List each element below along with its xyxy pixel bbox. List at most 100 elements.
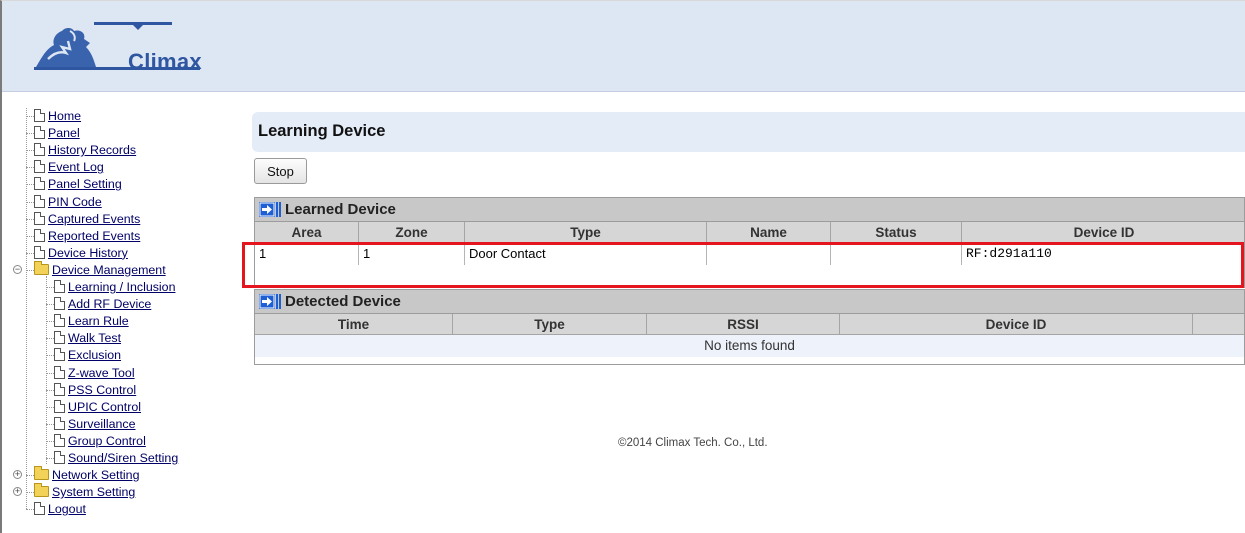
collapse-toggle-icon[interactable]: −: [13, 264, 22, 274]
document-icon: [54, 348, 65, 362]
tree-connector: [26, 150, 34, 152]
sidebar-item-pin-code[interactable]: PIN Code: [34, 194, 102, 211]
sidebar-tree: Home Panel History Records Event Log Panel S…: [6, 108, 236, 533]
learned-columns-row: Area Zone Type Name Status Device ID: [255, 222, 1244, 243]
sidebar-item-network-setting[interactable]: Network Setting: [34, 466, 139, 484]
tree-connector: [46, 458, 54, 459]
sidebar-item-label[interactable]: System Setting: [52, 485, 135, 499]
sidebar-item-device-management[interactable]: Device Management: [34, 260, 166, 279]
sidebar-item-learning-inclusion[interactable]: Learning / Inclusion: [54, 279, 175, 296]
tree-connector: [46, 389, 54, 391]
document-icon: [34, 228, 45, 242]
detected-device-header: Detected Device: [255, 290, 1244, 314]
column-header-blank: [1193, 314, 1245, 335]
sidebar-item-label[interactable]: Panel Setting: [48, 177, 122, 191]
tree-connector: [26, 252, 34, 254]
column-header-zone[interactable]: Zone: [359, 222, 465, 243]
learned-device-header: Learned Device: [255, 198, 1244, 222]
column-header-status[interactable]: Status: [831, 222, 962, 243]
sidebar-item-reported-events[interactable]: Reported Events: [34, 228, 140, 245]
tree-connector: [46, 406, 54, 408]
sidebar-item-label[interactable]: Learning / Inclusion: [68, 280, 175, 294]
document-icon: [34, 109, 45, 122]
sidebar-item-system-setting[interactable]: System Setting: [34, 483, 135, 501]
expand-toggle-icon[interactable]: +: [13, 470, 22, 480]
sidebar-item-upic-control[interactable]: UPIC Control: [54, 399, 141, 416]
sidebar-item-label[interactable]: History Records: [48, 143, 136, 157]
document-icon: [54, 399, 65, 413]
column-header-type[interactable]: Type: [453, 314, 647, 335]
sidebar-item-home[interactable]: Home: [34, 108, 81, 125]
document-icon: [34, 143, 45, 157]
document-icon: [54, 280, 65, 293]
document-icon: [34, 502, 45, 516]
column-header-time[interactable]: Time: [255, 314, 453, 335]
tree-connector: [26, 184, 34, 186]
sidebar-item-label[interactable]: Learn Rule: [68, 314, 129, 328]
sidebar-item-device-history[interactable]: Device History: [34, 245, 128, 262]
sidebar-item-event-log[interactable]: Event Log: [34, 159, 104, 176]
sidebar-item-label[interactable]: Add RF Device: [68, 297, 151, 311]
sidebar-item-panel-setting[interactable]: Panel Setting: [34, 176, 122, 193]
tree-connector: [26, 475, 34, 477]
climax-logo[interactable]: Climax: [32, 19, 202, 81]
stop-button[interactable]: Stop: [254, 158, 307, 184]
sidebar-item-learn-rule[interactable]: Learn Rule: [54, 313, 129, 330]
sidebar-item-label[interactable]: Reported Events: [48, 229, 140, 243]
sidebar-item-captured-events[interactable]: Captured Events: [34, 211, 140, 228]
column-header-name[interactable]: Name: [707, 222, 831, 243]
sidebar-item-label[interactable]: PIN Code: [48, 195, 102, 209]
document-icon: [34, 211, 45, 225]
sidebar-item-label[interactable]: Device History: [48, 246, 128, 260]
title-bar: Learning Device: [252, 112, 1245, 152]
column-header-device-id[interactable]: Device ID: [962, 222, 1245, 243]
expand-toggle-icon[interactable]: +: [13, 487, 22, 497]
sidebar-item-sound-siren-setting[interactable]: Sound/Siren Setting: [54, 450, 178, 467]
tree-guide-line: [46, 275, 47, 464]
sidebar-item-label[interactable]: UPIC Control: [68, 400, 141, 414]
document-icon: [54, 416, 65, 430]
sidebar-item-panel[interactable]: Panel: [34, 125, 80, 142]
detected-device-title: Detected Device: [285, 293, 401, 310]
sidebar-item-z-wave-tool[interactable]: Z-wave Tool: [54, 365, 135, 382]
sidebar-item-label[interactable]: Device Management: [52, 263, 166, 277]
footer-copyright: ©2014 Climax Tech. Co., Ltd.: [618, 437, 768, 449]
column-header-type[interactable]: Type: [465, 222, 707, 243]
sidebar-item-history-records[interactable]: History Records: [34, 142, 136, 159]
sidebar-item-pss-control[interactable]: PSS Control: [54, 382, 136, 399]
sidebar-item-label[interactable]: Exclusion: [68, 348, 121, 362]
sidebar-item-label[interactable]: Panel: [48, 126, 80, 140]
sidebar-item-walk-test[interactable]: Walk Test: [54, 330, 121, 347]
column-header-rssi[interactable]: RSSI: [647, 314, 840, 335]
tree-connector: [26, 201, 34, 203]
sidebar-item-exclusion[interactable]: Exclusion: [54, 347, 121, 364]
sidebar-item-label[interactable]: Captured Events: [48, 212, 140, 226]
tree-connector: [46, 372, 54, 374]
tree-connector: [26, 269, 34, 271]
tree-connector: [26, 509, 34, 511]
document-icon: [34, 245, 45, 259]
tree-connector: [26, 492, 34, 494]
sidebar-item-label[interactable]: Home: [48, 109, 81, 123]
sidebar-item-label[interactable]: Event Log: [48, 160, 104, 174]
column-header-area[interactable]: Area: [255, 222, 359, 243]
tree-connector: [26, 116, 34, 117]
sidebar-item-logout[interactable]: Logout: [34, 501, 86, 518]
sidebar-item-add-rf-device[interactable]: Add RF Device: [54, 296, 151, 313]
sidebar-item-label[interactable]: Walk Test: [68, 331, 121, 345]
sidebar-item-label[interactable]: Surveillance: [68, 417, 136, 431]
tree-connector: [46, 304, 54, 306]
folder-open-icon: [34, 260, 49, 275]
sidebar-item-label[interactable]: Sound/Siren Setting: [68, 451, 178, 465]
page-title: Learning Device: [258, 122, 386, 140]
sidebar-item-label[interactable]: Logout: [48, 502, 86, 516]
sidebar-item-label[interactable]: PSS Control: [68, 383, 136, 397]
page-header: Climax: [2, 1, 1245, 92]
tree-connector: [46, 355, 54, 357]
sidebar-item-label[interactable]: Network Setting: [52, 468, 139, 482]
document-icon: [54, 297, 65, 311]
sidebar-item-surveillance[interactable]: Surveillance: [54, 416, 136, 433]
column-header-device-id[interactable]: Device ID: [840, 314, 1193, 335]
document-icon: [34, 126, 45, 140]
sidebar-item-label[interactable]: Z-wave Tool: [68, 366, 135, 380]
